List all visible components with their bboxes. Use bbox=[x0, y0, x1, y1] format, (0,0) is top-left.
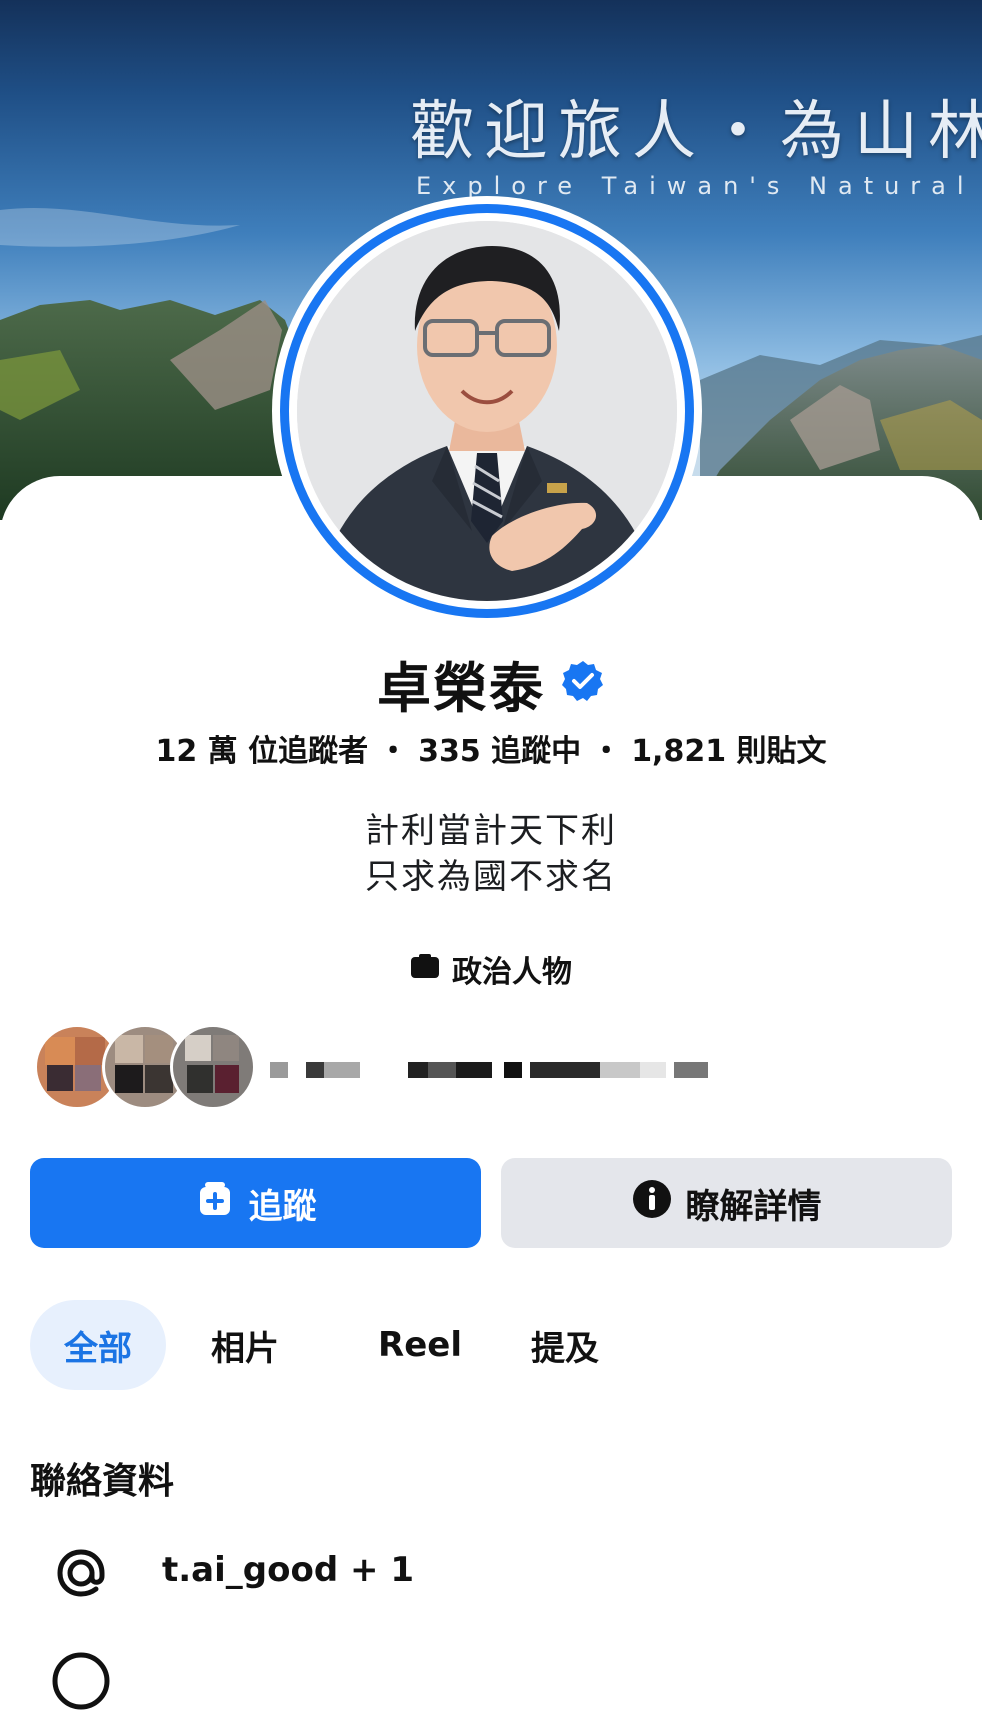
redacted-text bbox=[428, 1062, 456, 1078]
bio-line: 只求為國不求名 bbox=[365, 857, 617, 897]
person-portrait bbox=[297, 221, 677, 601]
info-icon bbox=[632, 1179, 672, 1228]
learn-more-label: 瞭解詳情 bbox=[685, 1186, 822, 1227]
tab-all[interactable]: 全部 bbox=[30, 1300, 166, 1390]
redacted-text bbox=[270, 1062, 288, 1078]
profile-name: 卓榮泰 bbox=[377, 656, 545, 720]
stats-separator: ・ bbox=[378, 734, 409, 769]
redacted-text bbox=[640, 1062, 666, 1078]
at-sign-icon bbox=[50, 1542, 112, 1604]
bio-line: 計利當計天下利 bbox=[365, 811, 617, 851]
category-label: 政治人物 bbox=[452, 955, 572, 990]
redacted-text bbox=[408, 1062, 428, 1078]
verified-badge-icon bbox=[561, 659, 605, 707]
contact-next-icon bbox=[50, 1650, 112, 1712]
redacted-text bbox=[600, 1062, 640, 1078]
redacted-text bbox=[456, 1062, 492, 1078]
avatar-inner-border bbox=[289, 213, 685, 609]
mutual-friend-avatar bbox=[170, 1024, 256, 1110]
followers-count[interactable]: 12 萬 位追蹤者 bbox=[155, 734, 368, 769]
posts-count: 1,821 則貼文 bbox=[631, 734, 827, 769]
redacted-text bbox=[306, 1062, 324, 1078]
profile-bio: 計利當計天下利 只求為國不求名 bbox=[0, 808, 982, 900]
learn-more-button[interactable]: 瞭解詳情 bbox=[501, 1158, 952, 1248]
redacted-text bbox=[324, 1062, 360, 1078]
mutual-friends-row[interactable] bbox=[34, 1022, 954, 1112]
follow-add-icon bbox=[195, 1179, 235, 1228]
cover-title: 歡迎旅人・為山林而 bbox=[410, 95, 982, 169]
profile-avatar[interactable] bbox=[272, 196, 702, 626]
redacted-text bbox=[674, 1062, 708, 1078]
follow-label: 追蹤 bbox=[248, 1186, 317, 1227]
follow-button[interactable]: 追蹤 bbox=[30, 1158, 481, 1248]
tab-mentions[interactable]: 提及 bbox=[510, 1300, 620, 1390]
profile-name-row: 卓榮泰 bbox=[0, 648, 982, 720]
tab-reels[interactable]: Reel bbox=[360, 1300, 480, 1390]
profile-stats: 12 萬 位追蹤者・ 335 追蹤中・ 1,821 則貼文 bbox=[0, 726, 982, 770]
redacted-text bbox=[530, 1062, 600, 1078]
profile-category: 政治人物 bbox=[0, 947, 982, 991]
redacted-text bbox=[504, 1062, 522, 1078]
tab-photos[interactable]: 相片 bbox=[190, 1300, 300, 1390]
avatar-photo bbox=[297, 221, 677, 601]
contact-instagram-row[interactable]: t.ai_good + 1 bbox=[0, 1538, 982, 1608]
stats-separator: ・ bbox=[591, 734, 622, 769]
contact-section-title: 聯絡資料 bbox=[30, 1461, 175, 1502]
avatar-story-ring bbox=[280, 204, 694, 618]
following-count[interactable]: 335 追蹤中 bbox=[418, 734, 581, 769]
category-icon bbox=[410, 952, 440, 987]
instagram-handle: t.ai_good + 1 bbox=[162, 1550, 414, 1590]
